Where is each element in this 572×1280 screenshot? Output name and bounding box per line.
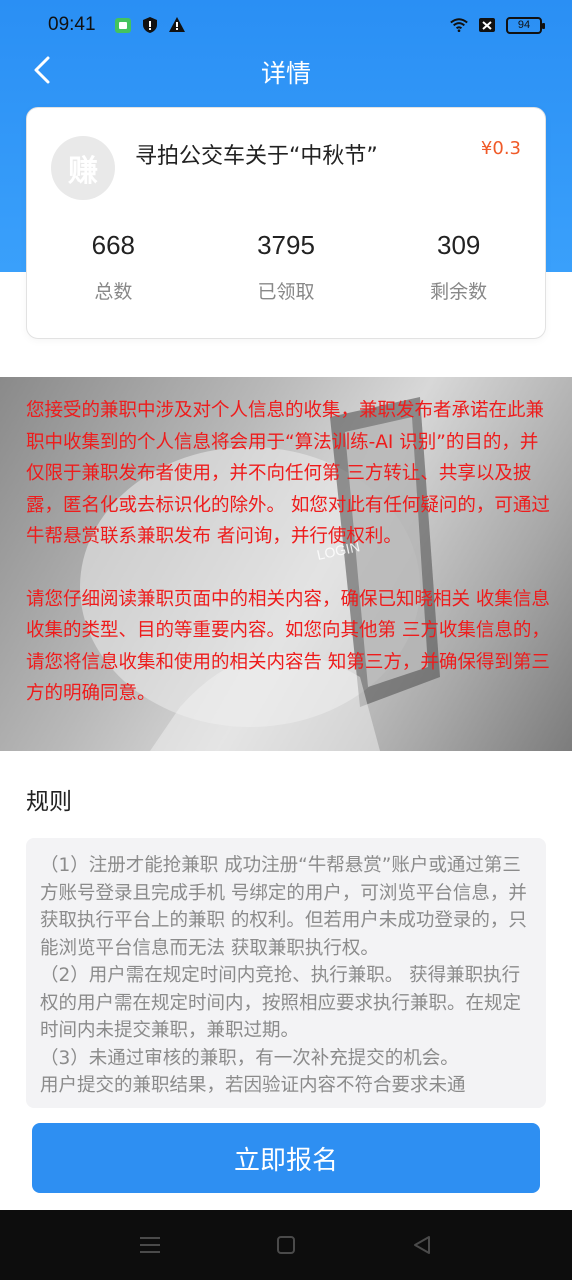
task-stats: 668 总数 3795 已领取 309 剩余数 [27, 230, 545, 304]
status-right-icons: 94 [450, 16, 545, 34]
battery-icon: 94 [506, 16, 545, 34]
stat-label: 总数 [94, 281, 133, 303]
menu-icon [140, 1237, 160, 1253]
stat-label: 已领取 [257, 281, 315, 303]
system-back-button[interactable] [409, 1232, 435, 1258]
stat-total: 668 总数 [27, 230, 200, 304]
home-button[interactable] [273, 1232, 299, 1258]
notice-paragraph: 您接受的兼职中涉及对个人信息的收集，兼职发布者承诺在此兼职中收集到的个人信息将会… [26, 400, 550, 547]
rules-heading: 规则 [26, 789, 72, 815]
page-title: 详情 [260, 59, 311, 88]
reward-amount: ¥0.3 [480, 138, 521, 159]
rules-content[interactable]: （1）注册才能抢兼职 成功注册“牛帮悬赏”账户或通过第三方账号登录且完成手机 号… [26, 838, 546, 1108]
stat-remaining: 309 剩余数 [372, 230, 545, 304]
stat-claimed: 3795 已领取 [200, 230, 373, 304]
notice-text: 您接受的兼职中涉及对个人信息的收集，兼职发布者承诺在此兼职中收集到的个人信息将会… [26, 395, 552, 710]
nav-bar: 详情 [0, 46, 572, 96]
rule-item: （3）未通过审核的兼职，有一次补充提交的机会。 [40, 1047, 459, 1069]
shield-icon [141, 16, 159, 34]
task-title: 寻拍公交车关于“中秋节” [135, 144, 378, 169]
sim-off-icon [478, 16, 496, 34]
system-navigation-bar [0, 1210, 572, 1280]
signup-button[interactable]: 立即报名 [32, 1123, 540, 1193]
home-icon [277, 1236, 295, 1254]
status-time: 09:41 [48, 14, 96, 35]
rule-item: （1）注册才能抢兼职 成功注册“牛帮悬赏”账户或通过第三方账号登录且完成手机 号… [40, 855, 527, 959]
back-triangle-icon [414, 1236, 430, 1254]
menu-button[interactable] [137, 1232, 163, 1258]
status-left-icons [114, 16, 186, 34]
stat-value: 668 [91, 230, 136, 260]
stat-label: 剩余数 [430, 281, 488, 303]
rule-item: 用户提交的兼职结果，若因验证内容不符合要求未通 [40, 1075, 466, 1096]
app-notification-icon [114, 16, 132, 34]
status-bar: 09:41 94 [0, 0, 572, 50]
warning-icon [168, 16, 186, 34]
privacy-notice: LOGIN 您接受的兼职中涉及对个人信息的收集，兼职发布者承诺在此兼职中收集到的… [0, 377, 572, 751]
wifi-icon [450, 16, 468, 34]
stat-value: 309 [436, 230, 481, 260]
avatar: 赚 [51, 136, 115, 200]
task-summary-card: 赚 寻拍公交车关于“中秋节” ¥0.3 668 总数 3795 已领取 309 … [26, 107, 546, 339]
rule-item: （2）用户需在规定时间内竞抢、执行兼职。 获得兼职执行权的用户需在规定时间内，按… [40, 965, 522, 1041]
notice-paragraph: 请您仔细阅读兼职页面中的相关内容，确保已知晓相关 收集信息收集的类型、目的等重要… [26, 588, 550, 705]
stat-value: 3795 [257, 230, 315, 260]
